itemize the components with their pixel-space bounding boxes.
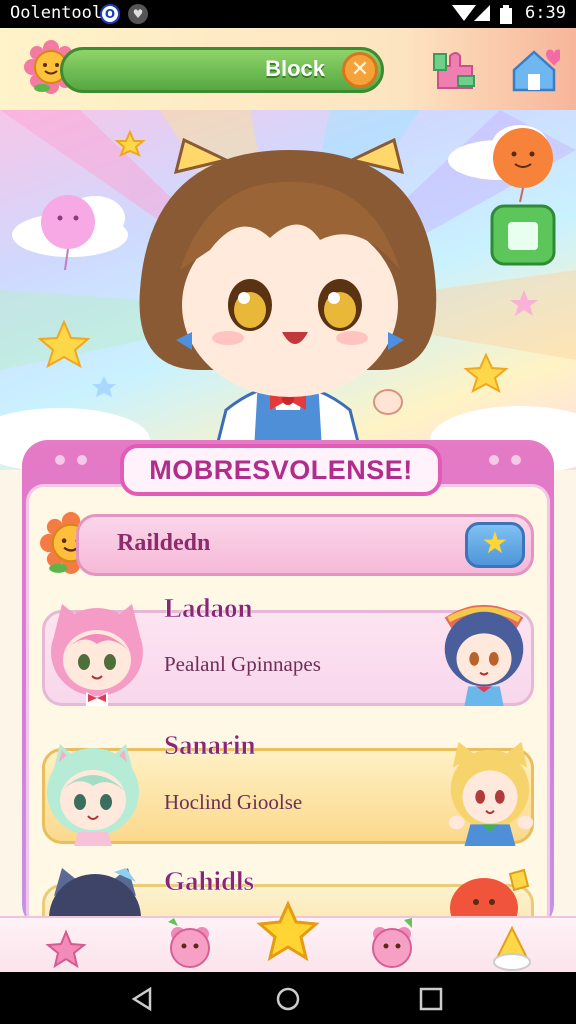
panel-title-banner: MOBRESVOLENSE! bbox=[120, 444, 442, 496]
character-subtitle: Hoclind Gioolse bbox=[164, 790, 303, 814]
hero-illustration bbox=[0, 110, 576, 470]
pink-star-icon[interactable] bbox=[36, 918, 96, 974]
favorite-star-button[interactable]: ★ bbox=[465, 522, 525, 568]
star-icon: ★ bbox=[481, 526, 509, 561]
gold-star-icon[interactable] bbox=[256, 900, 320, 964]
hero-banner bbox=[0, 110, 576, 470]
character-subtitle: Pealanl Gpinnapes bbox=[164, 652, 321, 676]
close-button[interactable]: ✕ bbox=[342, 52, 378, 88]
panel-title: MOBRESVOLENSE! bbox=[149, 455, 413, 485]
system-nav-bar bbox=[0, 972, 576, 1024]
party-hat-icon[interactable] bbox=[482, 918, 542, 974]
filter-bar[interactable]: Raildedn ★ bbox=[76, 514, 534, 576]
block-search-bar[interactable]: Block ✕ bbox=[60, 47, 384, 93]
filter-label: Raildedn bbox=[117, 530, 211, 556]
pink-bear-icon[interactable] bbox=[160, 918, 220, 974]
status-app-name: Oolentool bbox=[10, 3, 103, 23]
character-avatar-pink bbox=[51, 604, 143, 706]
pink-bear-icon[interactable] bbox=[362, 918, 422, 974]
character-avatar-mint bbox=[47, 744, 139, 846]
battery-icon bbox=[500, 5, 512, 24]
character-avatar-orange bbox=[450, 868, 530, 918]
back-icon[interactable] bbox=[130, 986, 156, 1012]
top-bar: Block ✕ bbox=[0, 28, 576, 110]
wifi-signal-icon bbox=[452, 5, 490, 21]
puzzle-icon[interactable] bbox=[432, 46, 480, 94]
house-heart-icon[interactable] bbox=[508, 44, 560, 96]
character-avatar-blonde bbox=[448, 741, 534, 846]
recents-icon[interactable] bbox=[418, 986, 444, 1012]
character-avatar-blue bbox=[444, 604, 524, 706]
character-name: Ladaon bbox=[164, 593, 253, 624]
status-bar: Oolentool O ♥ 6:39 bbox=[0, 0, 576, 28]
notification-shield-icon: ♥ bbox=[128, 4, 148, 24]
character-name: Sanarin bbox=[164, 730, 256, 761]
home-icon[interactable] bbox=[275, 986, 301, 1012]
notification-o-icon: O bbox=[100, 4, 120, 24]
block-search-label: Block bbox=[265, 56, 325, 81]
status-clock: 6:39 bbox=[525, 3, 566, 23]
bottom-tab-bar bbox=[0, 900, 576, 974]
character-name: Gahidls bbox=[164, 866, 255, 897]
